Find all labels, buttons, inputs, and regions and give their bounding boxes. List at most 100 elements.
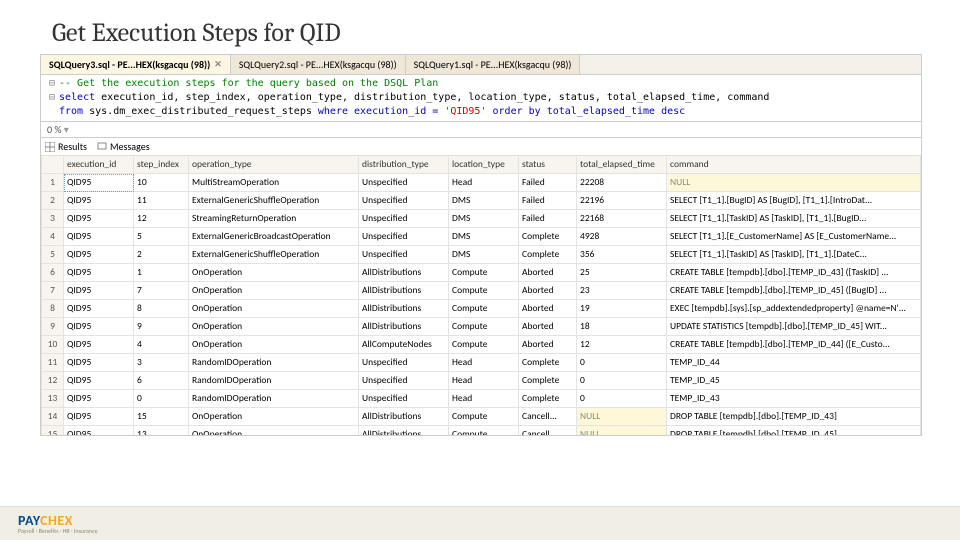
cell[interactable]: 25 — [577, 264, 667, 282]
cell[interactable]: NULL — [577, 426, 667, 436]
cell[interactable]: Compute — [449, 282, 519, 300]
cell[interactable]: TEMP_ID_45 — [667, 372, 921, 390]
cell[interactable]: Failed — [519, 210, 577, 228]
cell[interactable]: Aborted — [519, 336, 577, 354]
cell[interactable]: QID95 — [64, 318, 134, 336]
cell[interactable]: 15 — [42, 426, 64, 436]
cell[interactable]: UPDATE STATISTICS [tempdb].[dbo].[TEMP_I… — [667, 318, 921, 336]
cell[interactable]: StreamingReturnOperation — [189, 210, 359, 228]
cell[interactable]: Unspecified — [359, 210, 449, 228]
cell[interactable]: QID95 — [64, 228, 134, 246]
cell[interactable]: 15 — [134, 408, 189, 426]
table-row[interactable]: 2QID9511ExternalGenericShuffleOperationU… — [42, 192, 921, 210]
cell[interactable]: 12 — [42, 372, 64, 390]
cell[interactable]: SELECT [T1_1].[E_CustomerName] AS [E_Cus… — [667, 228, 921, 246]
cell[interactable]: Aborted — [519, 264, 577, 282]
cell[interactable]: Compute — [449, 426, 519, 436]
cell[interactable]: QID95 — [64, 210, 134, 228]
cell[interactable]: 3 — [42, 210, 64, 228]
col-header[interactable]: location_type — [449, 156, 519, 174]
cell[interactable]: 5 — [134, 228, 189, 246]
cell[interactable]: AllDistributions — [359, 426, 449, 436]
table-row[interactable]: 13QID950RandomIDOperationUnspecifiedHead… — [42, 390, 921, 408]
cell[interactable]: QID95 — [64, 300, 134, 318]
table-row[interactable]: 15QID9513OnOperationAllDistributionsComp… — [42, 426, 921, 436]
cell[interactable]: Head — [449, 390, 519, 408]
cell[interactable]: RandomIDOperation — [189, 372, 359, 390]
cell[interactable]: Aborted — [519, 318, 577, 336]
cell[interactable]: Complete — [519, 228, 577, 246]
table-row[interactable]: 5QID952ExternalGenericShuffleOperationUn… — [42, 246, 921, 264]
cell[interactable]: 22196 — [577, 192, 667, 210]
cell[interactable]: Unspecified — [359, 228, 449, 246]
results-grid[interactable]: execution_idstep_indexoperation_typedist… — [41, 155, 921, 435]
cell[interactable]: MultiStreamOperation — [189, 174, 359, 192]
cell[interactable]: CREATE TABLE [tempdb].[dbo].[TEMP_ID_44]… — [667, 336, 921, 354]
cell[interactable]: CREATE TABLE [tempdb].[dbo].[TEMP_ID_43]… — [667, 264, 921, 282]
cell[interactable]: RandomIDOperation — [189, 354, 359, 372]
cell[interactable]: DMS — [449, 228, 519, 246]
cell[interactable]: QID95 — [64, 336, 134, 354]
cell[interactable]: QID95 — [64, 264, 134, 282]
cell[interactable]: DMS — [449, 210, 519, 228]
cell[interactable]: QID95 — [64, 174, 134, 192]
cell[interactable]: 13 — [134, 426, 189, 436]
col-header[interactable]: execution_id — [64, 156, 134, 174]
cell[interactable]: 2 — [134, 246, 189, 264]
cell[interactable]: RandomIDOperation — [189, 390, 359, 408]
cell[interactable]: 12 — [577, 336, 667, 354]
cell[interactable]: 0 — [577, 390, 667, 408]
cell[interactable]: AllComputeNodes — [359, 336, 449, 354]
cell[interactable]: ExternalGenericShuffleOperation — [189, 192, 359, 210]
cell[interactable]: OnOperation — [189, 282, 359, 300]
cell[interactable]: 13 — [42, 390, 64, 408]
table-row[interactable]: 6QID951OnOperationAllDistributionsComput… — [42, 264, 921, 282]
cell[interactable]: 22168 — [577, 210, 667, 228]
tab-query3[interactable]: SQLQuery3.sql - PE...HEX(ksgacqu (98))✕ — [41, 55, 231, 74]
cell[interactable]: 19 — [577, 300, 667, 318]
cell[interactable]: TEMP_ID_43 — [667, 390, 921, 408]
cell[interactable]: Head — [449, 174, 519, 192]
cell[interactable]: DROP TABLE [tempdb].[dbo].[TEMP_ID_43] — [667, 408, 921, 426]
cell[interactable]: OnOperation — [189, 426, 359, 436]
cell[interactable]: AllDistributions — [359, 264, 449, 282]
cell[interactable]: AllDistributions — [359, 282, 449, 300]
cell[interactable]: 9 — [134, 318, 189, 336]
cell[interactable]: 18 — [577, 318, 667, 336]
cell[interactable]: SELECT [T1_1].[TaskID] AS [TaskID], [T1_… — [667, 210, 921, 228]
cell[interactable]: SELECT [T1_1].[BugID] AS [BugID], [T1_1]… — [667, 192, 921, 210]
cell[interactable]: 22208 — [577, 174, 667, 192]
table-row[interactable]: 8QID958OnOperationAllDistributionsComput… — [42, 300, 921, 318]
cell[interactable]: 10 — [42, 336, 64, 354]
cell[interactable]: QID95 — [64, 426, 134, 436]
cell[interactable]: Unspecified — [359, 192, 449, 210]
cell[interactable]: DMS — [449, 246, 519, 264]
table-row[interactable]: 10QID954OnOperationAllComputeNodesComput… — [42, 336, 921, 354]
cell[interactable]: 0 — [577, 354, 667, 372]
cell[interactable]: QID95 — [64, 192, 134, 210]
tab-messages[interactable]: Messages — [97, 140, 150, 153]
cell[interactable]: 7 — [134, 282, 189, 300]
close-icon[interactable]: ✕ — [214, 59, 222, 70]
cell[interactable]: Complete — [519, 246, 577, 264]
cell[interactable]: Cancell... — [519, 426, 577, 436]
cell[interactable]: EXEC [tempdb].[sys].[sp_addextendedprope… — [667, 300, 921, 318]
col-header[interactable]: command — [667, 156, 921, 174]
cell[interactable]: Failed — [519, 192, 577, 210]
cell[interactable]: 356 — [577, 246, 667, 264]
cell[interactable]: 0 — [134, 390, 189, 408]
cell[interactable]: 2 — [42, 192, 64, 210]
cell[interactable]: Cancell... — [519, 408, 577, 426]
cell[interactable]: CREATE TABLE [tempdb].[dbo].[TEMP_ID_45]… — [667, 282, 921, 300]
cell[interactable]: 8 — [42, 300, 64, 318]
col-header[interactable] — [42, 156, 64, 174]
cell[interactable]: 12 — [134, 210, 189, 228]
cell[interactable]: Failed — [519, 174, 577, 192]
table-row[interactable]: 9QID959OnOperationAllDistributionsComput… — [42, 318, 921, 336]
cell[interactable]: 11 — [134, 192, 189, 210]
table-row[interactable]: 12QID956RandomIDOperationUnspecifiedHead… — [42, 372, 921, 390]
cell[interactable]: OnOperation — [189, 300, 359, 318]
cell[interactable]: Head — [449, 372, 519, 390]
tab-query1[interactable]: SQLQuery1.sql - PE...HEX(ksgacqu (98)) — [406, 55, 581, 74]
cell[interactable]: 3 — [134, 354, 189, 372]
